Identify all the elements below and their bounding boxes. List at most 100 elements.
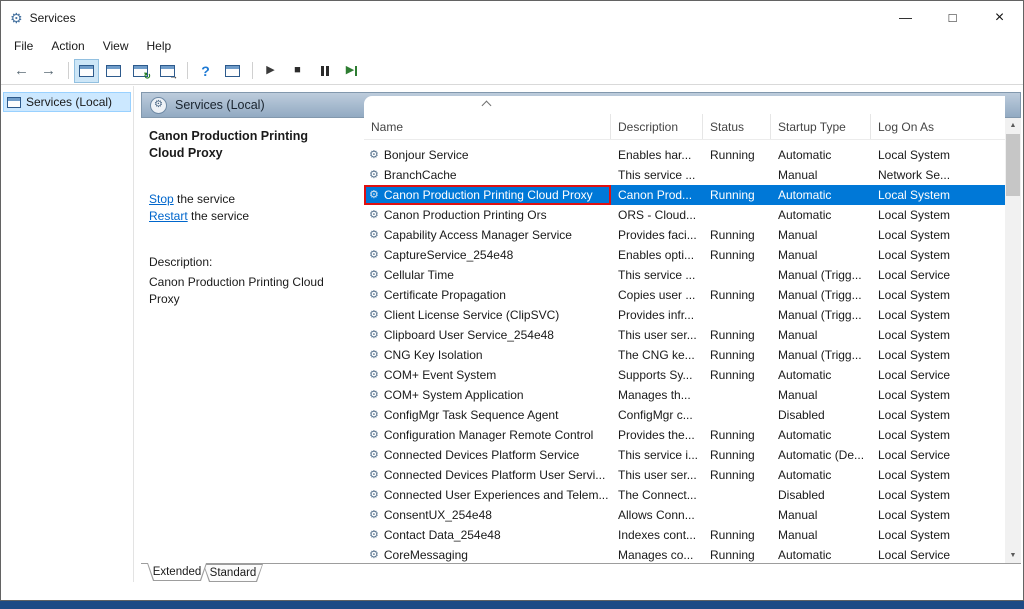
service-row[interactable]: ⚙Canon Production Printing Cloud ProxyCa…	[364, 185, 1005, 205]
snapin-title: Services (Local)	[175, 98, 265, 112]
service-name: Bonjour Service	[384, 148, 469, 162]
service-status-cell: Running	[703, 248, 771, 262]
service-description-cell: Indexes cont...	[611, 528, 703, 542]
service-logon-cell: Local System	[871, 228, 1005, 242]
menu-help[interactable]: Help	[138, 36, 181, 56]
service-row[interactable]: ⚙Contact Data_254e48Indexes cont...Runni…	[364, 525, 1005, 545]
service-row[interactable]: ⚙ConfigMgr Task Sequence AgentConfigMgr …	[364, 405, 1005, 425]
service-row[interactable]: ⚙ConsentUX_254e48Allows Conn...ManualLoc…	[364, 505, 1005, 525]
service-row[interactable]: ⚙COM+ Event SystemSupports Sy...RunningA…	[364, 365, 1005, 385]
export-list-button[interactable]: →	[155, 59, 180, 83]
service-row[interactable]: ⚙Configuration Manager Remote ControlPro…	[364, 425, 1005, 445]
menu-action[interactable]: Action	[42, 36, 93, 56]
tab-extended-label: Extended	[153, 566, 202, 578]
minimize-button[interactable]: —	[882, 1, 929, 34]
sort-ascending-icon[interactable]	[482, 101, 492, 111]
toolbar-separator-3	[252, 62, 253, 79]
service-gear-icon: ⚙	[369, 530, 379, 541]
restart-service-link[interactable]: Restart	[149, 209, 188, 223]
service-row[interactable]: ⚙ Connected User Experiences and Telem...…	[364, 485, 1005, 505]
status-bar	[1, 582, 1023, 600]
stop-service-line: Stop the service	[149, 192, 354, 206]
services-snapin: ⚙ Services (Local) Canon Production Prin…	[141, 92, 1021, 582]
service-startup-cell: Manual	[771, 328, 871, 342]
service-row[interactable]: ⚙Client License Service (ClipSVC)Provide…	[364, 305, 1005, 325]
tab-standard[interactable]: Standard	[203, 564, 263, 582]
service-gear-icon: ⚙	[369, 490, 379, 501]
restart-service-button[interactable]: ▶	[339, 59, 364, 83]
service-status-cell: Running	[703, 288, 771, 302]
back-button[interactable]: ←	[9, 59, 34, 83]
service-name-cell: ⚙Configuration Manager Remote Control	[364, 425, 611, 445]
start-service-button[interactable]: ▶	[258, 59, 283, 83]
vertical-scrollbar[interactable]: ▲ ▼	[1005, 118, 1021, 563]
service-status-cell: Running	[703, 428, 771, 442]
service-row[interactable]: ⚙CNG Key IsolationThe CNG ke...RunningMa…	[364, 345, 1005, 365]
window-options-button[interactable]	[220, 59, 245, 83]
show-console-tree-button[interactable]	[74, 59, 99, 83]
column-header-description[interactable]: Description	[611, 114, 703, 139]
service-row[interactable]: ⚙CaptureService_254e48Enables opti...Run…	[364, 245, 1005, 265]
service-logon-cell: Local System	[871, 428, 1005, 442]
service-logon-cell: Local System	[871, 508, 1005, 522]
column-header-log-on-as[interactable]: Log On As	[871, 114, 1005, 139]
properties-button[interactable]	[101, 59, 126, 83]
service-row[interactable]: ⚙Connected Devices Platform ServiceThis …	[364, 445, 1005, 465]
screen: ⚙ Services — □ × File Action View Help ←…	[0, 0, 1024, 609]
tree-item-services-local[interactable]: Services (Local)	[3, 92, 131, 112]
column-header-name[interactable]: Name	[364, 114, 611, 139]
service-name-cell: ⚙Cellular Time	[364, 265, 611, 285]
service-row[interactable]: ⚙Cellular TimeThis service ...Manual (Tr…	[364, 265, 1005, 285]
service-name: Connected User Experiences and Telem...	[384, 488, 609, 502]
service-startup-cell: Automatic	[771, 428, 871, 442]
service-name-cell: ⚙Client License Service (ClipSVC)	[364, 305, 611, 325]
service-gear-icon: ⚙	[369, 270, 379, 281]
service-gear-icon: ⚙	[369, 350, 379, 361]
service-description-cell: This service i...	[611, 448, 703, 462]
service-name: ConsentUX_254e48	[384, 508, 492, 522]
scroll-down-icon[interactable]: ▼	[1005, 548, 1021, 563]
service-row[interactable]: ⚙Connected Devices Platform User Servi..…	[364, 465, 1005, 485]
service-description-cell: ConfigMgr c...	[611, 408, 703, 422]
column-header-status[interactable]: Status	[703, 114, 771, 139]
tab-standard-label: Standard	[210, 567, 257, 579]
refresh-button[interactable]: ↻	[128, 59, 153, 83]
service-gear-icon: ⚙	[369, 170, 379, 181]
service-row[interactable]: ⚙COM+ System ApplicationManages th...Man…	[364, 385, 1005, 405]
service-logon-cell: Local Service	[871, 448, 1005, 462]
service-row[interactable]: ⚙Canon Production Printing OrsORS - Clou…	[364, 205, 1005, 225]
taskbar-strip	[0, 601, 1024, 609]
scroll-up-icon[interactable]: ▲	[1005, 118, 1021, 133]
service-logon-cell: Local System	[871, 388, 1005, 402]
service-logon-cell: Local System	[871, 528, 1005, 542]
menu-view[interactable]: View	[94, 36, 138, 56]
service-row[interactable]: ⚙Clipboard User Service_254e48This user …	[364, 325, 1005, 345]
service-row[interactable]: ⚙Certificate PropagationCopies user ...R…	[364, 285, 1005, 305]
service-row[interactable]: ⚙Bonjour ServiceEnables har...RunningAut…	[364, 145, 1005, 165]
service-startup-cell: Disabled	[771, 488, 871, 502]
service-startup-cell: Manual	[771, 528, 871, 542]
service-startup-cell: Automatic	[771, 468, 871, 482]
scrollbar-thumb[interactable]	[1006, 134, 1020, 196]
service-row[interactable]: ⚙Capability Access Manager ServiceProvid…	[364, 225, 1005, 245]
service-name: Client License Service (ClipSVC)	[384, 308, 559, 322]
service-row[interactable]: ⚙BranchCacheThis service ...ManualNetwor…	[364, 165, 1005, 185]
maximize-button[interactable]: □	[929, 1, 976, 34]
service-name-cell: ⚙COM+ System Application	[364, 385, 611, 405]
pause-service-button[interactable]	[312, 59, 337, 83]
column-header-startup-type[interactable]: Startup Type	[771, 114, 871, 139]
tab-extended[interactable]: Extended	[147, 563, 207, 581]
close-button[interactable]: ×	[976, 1, 1023, 34]
service-logon-cell: Local Service	[871, 268, 1005, 282]
service-name: Capability Access Manager Service	[384, 228, 572, 242]
service-startup-cell: Manual	[771, 248, 871, 262]
service-row[interactable]: ⚙CoreMessagingManages co...RunningAutoma…	[364, 545, 1005, 563]
menu-file[interactable]: File	[5, 36, 42, 56]
service-gear-icon: ⚙	[369, 290, 379, 301]
forward-button[interactable]: →	[36, 59, 61, 83]
services-list-panel: Name Description Status Startup Type Log…	[364, 96, 1005, 563]
help-button[interactable]: ?	[193, 59, 218, 83]
stop-service-link[interactable]: Stop	[149, 192, 174, 206]
service-status-cell: Running	[703, 528, 771, 542]
stop-service-button[interactable]: ■	[285, 59, 310, 83]
